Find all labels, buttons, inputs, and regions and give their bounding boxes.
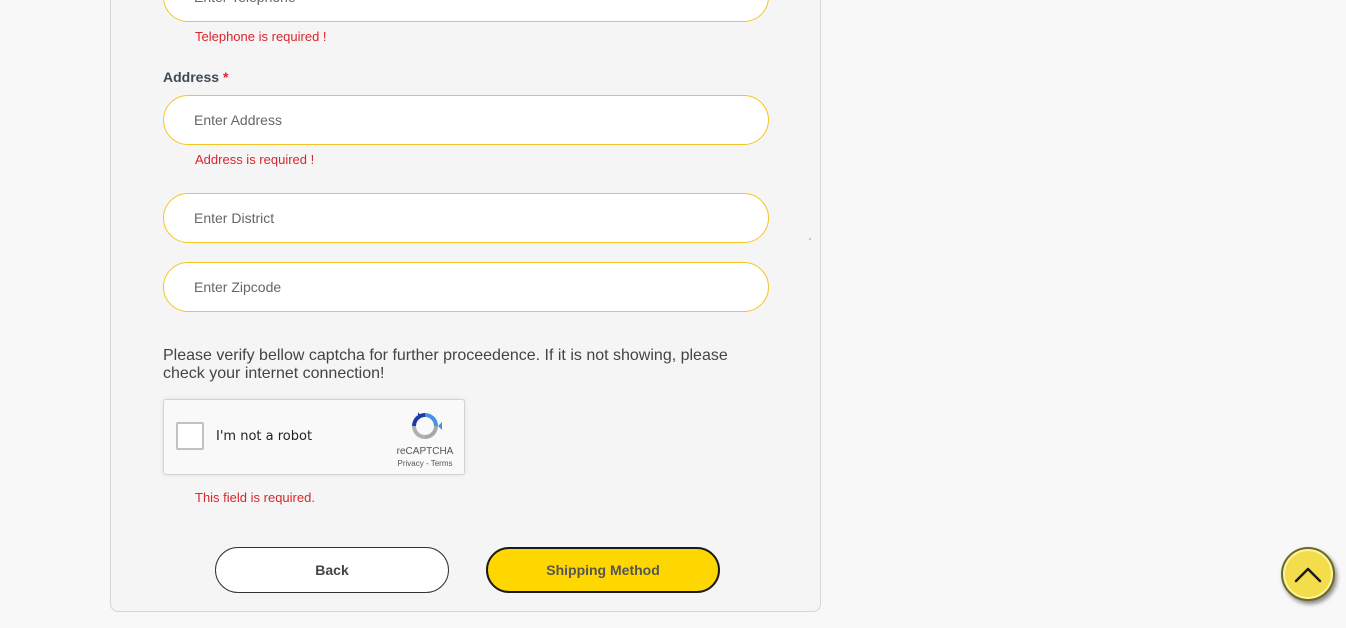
decorative-dot — [809, 238, 811, 240]
address-label: Address * — [163, 69, 228, 85]
recaptcha-terms-link[interactable]: Terms — [431, 459, 453, 468]
zipcode-input[interactable] — [163, 262, 769, 312]
recaptcha-checkbox[interactable] — [176, 422, 204, 450]
captcha-note: Please verify bellow captcha for further… — [163, 347, 728, 382]
chevron-up-icon — [1294, 567, 1322, 583]
recaptcha-separator: - — [425, 459, 429, 468]
recaptcha-widget: I'm not a robot reCAPTCHA Privacy - Term… — [163, 399, 465, 475]
address-input[interactable] — [163, 95, 769, 145]
shipping-method-button[interactable]: Shipping Method — [486, 547, 720, 593]
required-mark: * — [223, 69, 229, 85]
telephone-error: Telephone is required ! — [195, 29, 327, 44]
back-button[interactable]: Back — [215, 547, 449, 593]
recaptcha-logo-icon — [412, 412, 442, 439]
captcha-error: This field is required. — [195, 490, 315, 505]
district-input[interactable] — [163, 193, 769, 243]
recaptcha-label: I'm not a robot — [216, 429, 313, 444]
recaptcha-privacy-link[interactable]: Privacy — [398, 459, 424, 468]
scroll-to-top-button[interactable] — [1281, 547, 1335, 601]
address-label-text: Address — [163, 69, 220, 85]
recaptcha-brand: reCAPTCHA — [396, 446, 454, 457]
telephone-input[interactable] — [163, 0, 769, 22]
recaptcha-links: Privacy - Terms — [386, 459, 464, 468]
address-error: Address is required ! — [195, 152, 315, 167]
